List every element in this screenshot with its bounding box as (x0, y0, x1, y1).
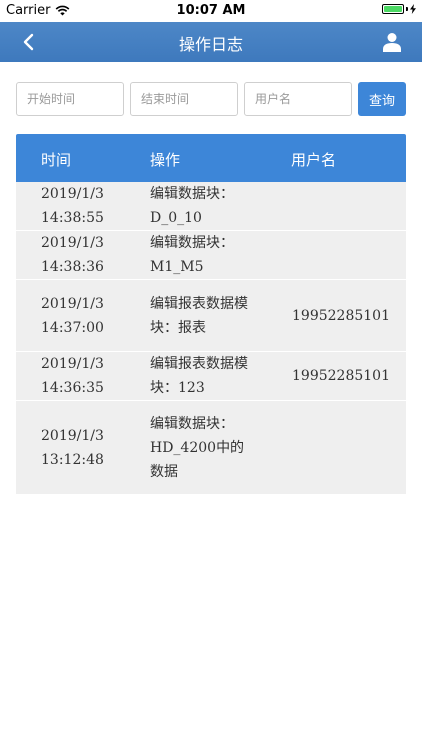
header-operation: 操作 (150, 151, 181, 169)
status-time: 10:07 AM (176, 3, 246, 18)
table-row[interactable]: 2019/1/3 14:36:35 编辑报表数据模块：123 1995228510… (16, 352, 406, 401)
user-profile-button[interactable] (378, 28, 406, 56)
row-time: 2019/1/3 13:12:48 (41, 427, 104, 468)
row-user (292, 231, 402, 279)
back-button[interactable] (14, 28, 42, 56)
row-user (292, 182, 402, 230)
row-user: 19952285101 (292, 307, 390, 324)
header-time: 时间 (41, 151, 72, 169)
start-time-input[interactable] (16, 82, 124, 116)
row-time: 2019/1/3 14:37:00 (41, 295, 104, 336)
charging-icon (410, 4, 416, 14)
status-bar: Carrier 10:07 AM (0, 0, 422, 22)
table-row[interactable]: 2019/1/3 14:38:55 编辑数据块：D_0_10 (16, 182, 406, 231)
search-button[interactable]: 查询 (358, 82, 406, 116)
log-table: 时间 操作 用户名 2019/1/3 14:38:55 编辑数据块：D_0_10 … (16, 134, 406, 495)
table-row[interactable]: 2019/1/3 13:12:48 编辑数据块：HD_4200中的数据 (16, 401, 406, 495)
end-time-input[interactable] (130, 82, 238, 116)
row-time: 2019/1/3 14:36:35 (41, 356, 104, 396)
chevron-left-icon (23, 33, 34, 51)
row-time: 2019/1/3 14:38:36 (41, 235, 104, 275)
username-input[interactable] (244, 82, 352, 116)
row-user (292, 401, 402, 494)
row-time: 2019/1/3 14:38:55 (41, 186, 104, 226)
user-icon (383, 33, 401, 52)
row-operation: 编辑报表数据模块：123 (150, 356, 248, 396)
nav-bar: 操作日志 (0, 22, 422, 62)
table-row[interactable]: 2019/1/3 14:37:00 编辑报表数据模块：报表 19952285101 (16, 280, 406, 352)
table-header: 时间 操作 用户名 (16, 134, 406, 182)
battery-icon (382, 4, 416, 14)
row-operation: 编辑报表数据模块：报表 (150, 295, 248, 336)
table-row[interactable]: 2019/1/3 14:38:36 编辑数据块：M1_M5 (16, 231, 406, 280)
filter-bar: 查询 (16, 82, 406, 116)
page-title: 操作日志 (178, 35, 243, 54)
row-user: 19952285101 (292, 368, 390, 384)
row-operation: 编辑数据块：D_0_10 (150, 186, 234, 226)
row-operation: 编辑数据块：M1_M5 (150, 235, 234, 275)
header-user: 用户名 (291, 151, 337, 169)
row-operation: 编辑数据块：HD_4200中的数据 (150, 415, 245, 480)
